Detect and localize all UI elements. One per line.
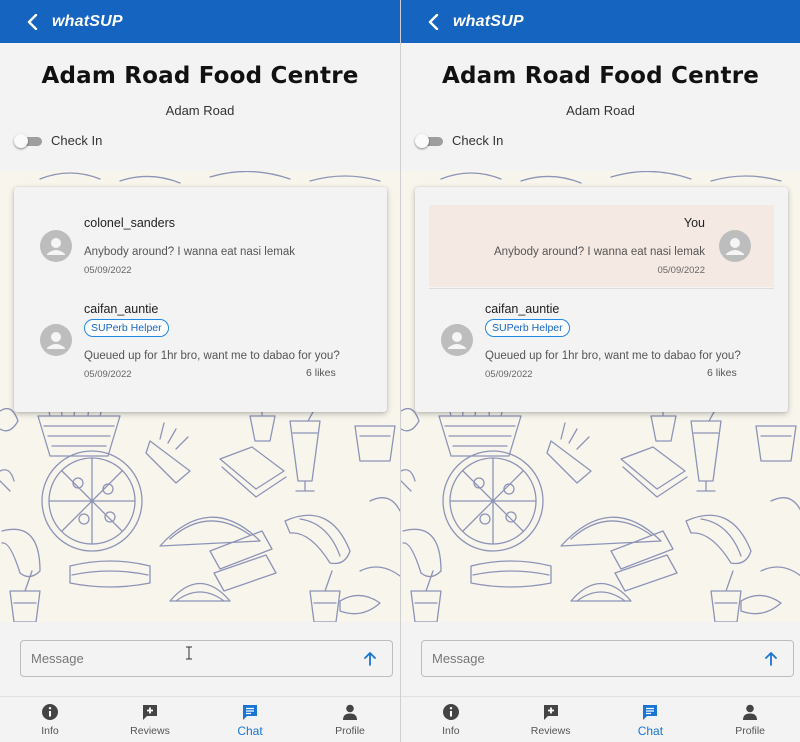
check-in-row: Check In — [14, 133, 102, 148]
app-bar: whatSUP — [0, 0, 400, 43]
info-icon — [442, 704, 459, 720]
chat-icon — [643, 705, 658, 720]
send-arrow-icon[interactable] — [362, 651, 378, 667]
check-in-row: Check In — [415, 133, 503, 148]
send-arrow-icon[interactable] — [763, 651, 779, 667]
nav-reviews-label: Reviews — [530, 725, 571, 737]
reviews-icon — [143, 705, 157, 720]
composer-bar — [401, 622, 800, 696]
own-chat-message: You Anybody around? I wanna eat nasi lem… — [429, 205, 774, 287]
nav-chat-label: Chat — [237, 724, 263, 738]
venue-title: Adam Road Food Centre — [441, 63, 760, 89]
app-bar: whatSUP — [401, 0, 800, 43]
nav-info[interactable]: Info — [401, 697, 501, 742]
phone-screen-right: whatSUP Adam Road Food Centre Adam Road … — [400, 0, 800, 742]
message-date: 05/09/2022 — [84, 369, 132, 380]
message-text: Anybody around? I wanna eat nasi lemak — [84, 246, 295, 258]
avatar — [441, 324, 473, 356]
chat-icon — [243, 705, 257, 720]
phone-screen-left: whatSUP Adam Road Food Centre Adam Road … — [0, 0, 400, 742]
nav-info[interactable]: Info — [0, 697, 100, 742]
profile-icon — [343, 704, 357, 720]
nav-profile[interactable]: Profile — [300, 697, 400, 742]
nav-reviews[interactable]: Reviews — [501, 697, 601, 742]
nav-info-label: Info — [41, 725, 59, 737]
check-in-toggle[interactable] — [415, 133, 443, 148]
message-username: colonel_sanders — [84, 216, 176, 230]
avatar — [40, 230, 72, 262]
profile-icon — [743, 704, 758, 720]
nav-chat[interactable]: Chat — [601, 697, 701, 742]
message-likes[interactable]: 6 likes — [707, 367, 737, 379]
message-username: You — [683, 216, 705, 230]
nav-reviews-label: Reviews — [130, 725, 170, 737]
helper-badge: SUPerb Helper — [485, 319, 570, 337]
message-likes[interactable]: 6 likes — [306, 367, 336, 379]
nav-profile-label: Profile — [735, 725, 765, 737]
avatar — [719, 230, 751, 262]
chat-message: colonel_sanders Anybody around? I wanna … — [14, 202, 387, 287]
check-in-toggle[interactable] — [14, 133, 42, 148]
message-input[interactable] — [432, 648, 742, 668]
check-in-label: Check In — [452, 133, 504, 148]
message-divider — [429, 288, 774, 289]
chat-message: caifan_auntie SUPerb Helper Queued up fo… — [14, 292, 387, 402]
venue-subtitle: Adam Road — [566, 103, 635, 118]
nav-profile-label: Profile — [335, 725, 365, 737]
screenshot-stage: whatSUP Adam Road Food Centre Adam Road … — [0, 0, 800, 742]
nav-chat-label: Chat — [637, 724, 664, 738]
message-text: Queued up for 1hr bro, want me to dabao … — [84, 350, 340, 362]
message-date: 05/09/2022 — [84, 265, 132, 276]
bottom-nav: Info Reviews Chat Profile — [401, 696, 800, 742]
chat-message: caifan_auntie SUPerb Helper Queued up fo… — [415, 292, 788, 402]
message-username: caifan_auntie — [84, 302, 159, 316]
message-text: Queued up for 1hr bro, want me to dabao … — [485, 350, 741, 362]
bottom-nav: Info Reviews Chat Profile — [0, 696, 400, 742]
nav-info-label: Info — [442, 725, 460, 737]
info-icon — [42, 704, 58, 720]
app-brand: whatSUP — [52, 12, 123, 30]
helper-badge: SUPerb Helper — [84, 319, 169, 337]
message-date: 05/09/2022 — [485, 369, 533, 380]
text-cursor-icon — [186, 646, 192, 660]
message-date: 05/09/2022 — [657, 265, 705, 276]
venue-header: Adam Road Food Centre Adam Road Check In — [0, 43, 400, 171]
app-brand: whatSUP — [453, 12, 524, 30]
check-in-label: Check In — [51, 133, 103, 148]
reviews-icon — [543, 705, 558, 720]
message-field[interactable] — [421, 640, 794, 677]
venue-subtitle: Adam Road — [165, 103, 235, 118]
nav-profile[interactable]: Profile — [700, 697, 800, 742]
avatar — [40, 324, 72, 356]
message-text: Anybody around? I wanna eat nasi lemak — [494, 246, 705, 258]
back-arrow-icon[interactable] — [425, 13, 443, 31]
composer-bar — [0, 622, 400, 696]
nav-chat[interactable]: Chat — [200, 697, 300, 742]
back-arrow-icon[interactable] — [24, 13, 42, 31]
chat-card: You Anybody around? I wanna eat nasi lem… — [415, 187, 788, 412]
venue-title: Adam Road Food Centre — [41, 63, 359, 89]
message-field[interactable] — [20, 640, 393, 677]
venue-header: Adam Road Food Centre Adam Road Check In — [401, 43, 800, 171]
nav-reviews[interactable]: Reviews — [100, 697, 200, 742]
chat-card: colonel_sanders Anybody around? I wanna … — [14, 187, 387, 412]
message-username: caifan_auntie — [485, 302, 560, 316]
